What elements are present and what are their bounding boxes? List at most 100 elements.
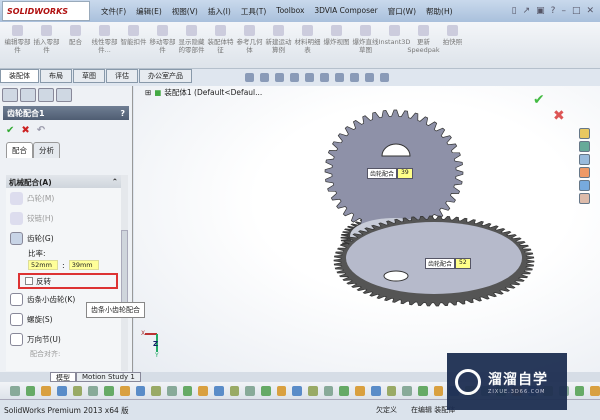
filter-icon[interactable] — [433, 385, 444, 396]
render-icon[interactable] — [380, 72, 389, 82]
filter-icon[interactable] — [339, 385, 350, 396]
ribbon-button-9[interactable]: 新建运动算例 — [265, 22, 292, 68]
ribbon-button-13[interactable]: Instant3D — [379, 22, 410, 68]
confirm-corner-ok-icon[interactable]: ✔ — [533, 92, 545, 108]
filter-icon[interactable] — [213, 385, 224, 396]
ribbon-button-6[interactable]: 显示隐藏的零部件 — [178, 22, 205, 68]
maximize-icon[interactable]: □ — [572, 6, 581, 16]
filter-icon[interactable] — [590, 385, 600, 396]
filter-icon[interactable] — [245, 385, 255, 396]
expand-icon[interactable]: ⊞ — [145, 88, 151, 97]
undo-icon[interactable]: ↶ — [37, 125, 45, 136]
tab-mates[interactable]: 配合 — [6, 142, 33, 158]
filter-icon[interactable] — [386, 385, 397, 396]
ok-check-icon[interactable]: ✔ — [6, 125, 14, 136]
display-manager-tab[interactable] — [56, 88, 72, 102]
filter-icon[interactable] — [104, 385, 114, 396]
appearance-icon[interactable] — [350, 72, 359, 82]
filter-icon[interactable] — [574, 385, 585, 396]
mate-universal-joint[interactable]: 万向节(U) — [6, 329, 121, 349]
tab-sketch[interactable]: 草图 — [73, 69, 105, 83]
help-icon[interactable]: ? — [551, 6, 556, 16]
resources-icon[interactable] — [579, 128, 590, 139]
ribbon-button-14[interactable]: 更新Speedpak — [407, 22, 440, 68]
filter-icon[interactable] — [229, 385, 240, 396]
mate-gear[interactable]: 齿轮(G) — [6, 228, 121, 248]
filter-icon[interactable] — [41, 385, 52, 396]
filter-icon[interactable] — [135, 385, 146, 396]
ratio-b-input[interactable]: 39mm — [68, 260, 99, 270]
new-file-icon[interactable]: ▯ — [512, 6, 517, 16]
help-button[interactable]: ? — [120, 109, 125, 118]
filter-icon[interactable] — [370, 385, 381, 396]
tab-motion-study[interactable]: Motion Study 1 — [76, 372, 141, 382]
configuration-manager-tab[interactable] — [38, 88, 54, 102]
ribbon-button-0[interactable]: 编辑零部件 — [4, 22, 31, 68]
menu-window[interactable]: 窗口(W) — [383, 6, 421, 17]
mate-cam[interactable]: 凸轮(M) — [6, 188, 121, 208]
filter-icon[interactable] — [308, 385, 318, 396]
ribbon-button-7[interactable]: 装配体特征 — [207, 22, 234, 68]
menu-view[interactable]: 视图(V) — [167, 6, 203, 17]
menu-help[interactable]: 帮助(H) — [421, 6, 458, 17]
menu-tools[interactable]: 工具(T) — [236, 6, 271, 17]
ribbon-button-1[interactable]: 插入零部件 — [33, 22, 60, 68]
filter-icon[interactable] — [151, 385, 161, 396]
ribbon-button-15[interactable]: 拍快照 — [439, 22, 466, 68]
confirm-corner-cancel-icon[interactable]: ✖ — [553, 108, 565, 124]
filter-icon[interactable] — [166, 385, 177, 396]
filter-icon[interactable] — [57, 385, 67, 396]
dimension-top[interactable]: 齿轮配合 39 — [367, 168, 413, 179]
tab-evaluate[interactable]: 评估 — [106, 69, 138, 83]
save-icon[interactable]: ▣ — [536, 6, 545, 16]
ribbon-button-2[interactable]: 配合 — [62, 22, 89, 68]
dimension-bottom[interactable]: 齿轮配合 52 — [425, 258, 471, 269]
section-view-icon[interactable] — [290, 72, 299, 82]
ribbon-button-4[interactable]: 智能扣件 — [120, 22, 147, 68]
menu-3dvia[interactable]: 3DVIA Composer — [309, 6, 382, 17]
filter-icon[interactable] — [355, 385, 365, 396]
view-palette-icon[interactable] — [579, 167, 590, 178]
feature-manager-tab[interactable] — [2, 88, 18, 102]
menu-edit[interactable]: 编辑(E) — [131, 6, 167, 17]
filter-icon[interactable] — [417, 385, 428, 396]
group-header[interactable]: 机械配合(A) ⌃ — [6, 175, 121, 188]
menu-insert[interactable]: 插入(I) — [203, 6, 236, 17]
filter-icon[interactable] — [119, 385, 130, 396]
hide-show-icon[interactable] — [335, 72, 344, 82]
display-style-icon[interactable] — [320, 72, 329, 82]
zoom-fit-icon[interactable] — [245, 72, 254, 82]
ribbon-button-8[interactable]: 参考几何体 — [236, 22, 263, 68]
file-explorer-icon[interactable] — [579, 154, 590, 165]
scene-icon[interactable] — [365, 72, 374, 82]
cancel-x-icon[interactable]: ✖ — [21, 125, 29, 136]
close-icon[interactable]: ✕ — [586, 6, 594, 16]
mate-hinge[interactable]: 铰链(H) — [6, 208, 121, 228]
open-file-icon[interactable]: ↗ — [523, 6, 531, 16]
menu-file[interactable]: 文件(F) — [96, 6, 131, 17]
filter-icon[interactable] — [261, 385, 271, 396]
panel-scrollbar[interactable] — [121, 175, 128, 371]
filter-icon[interactable] — [276, 385, 287, 396]
ribbon-button-10[interactable]: 材料明细表 — [294, 22, 321, 68]
tree-root[interactable]: 装配体1 (Default<Defaul... — [164, 87, 262, 98]
filter-icon[interactable] — [198, 385, 208, 396]
filter-icon[interactable] — [72, 385, 83, 396]
ribbon-button-12[interactable]: 爆炸直线草图 — [352, 22, 379, 68]
tab-office[interactable]: 办公室产品 — [139, 69, 192, 83]
view-orientation-icon[interactable] — [305, 72, 314, 82]
filter-icon[interactable] — [25, 385, 36, 396]
zoom-area-icon[interactable] — [260, 72, 269, 82]
ribbon-button-11[interactable]: 爆炸视图 — [323, 22, 350, 68]
tab-layout[interactable]: 布局 — [40, 69, 72, 83]
previous-view-icon[interactable] — [275, 72, 284, 82]
filter-icon[interactable] — [182, 385, 193, 396]
gear-model[interactable] — [134, 86, 600, 372]
graphics-area[interactable] — [134, 86, 600, 372]
ratio-a-input[interactable]: 52mm — [28, 260, 58, 270]
custom-properties-icon[interactable] — [579, 193, 590, 204]
filter-icon[interactable] — [402, 385, 412, 396]
filter-icon[interactable] — [323, 385, 334, 396]
filter-icon[interactable] — [10, 385, 20, 396]
reverse-checkbox[interactable] — [25, 277, 33, 285]
